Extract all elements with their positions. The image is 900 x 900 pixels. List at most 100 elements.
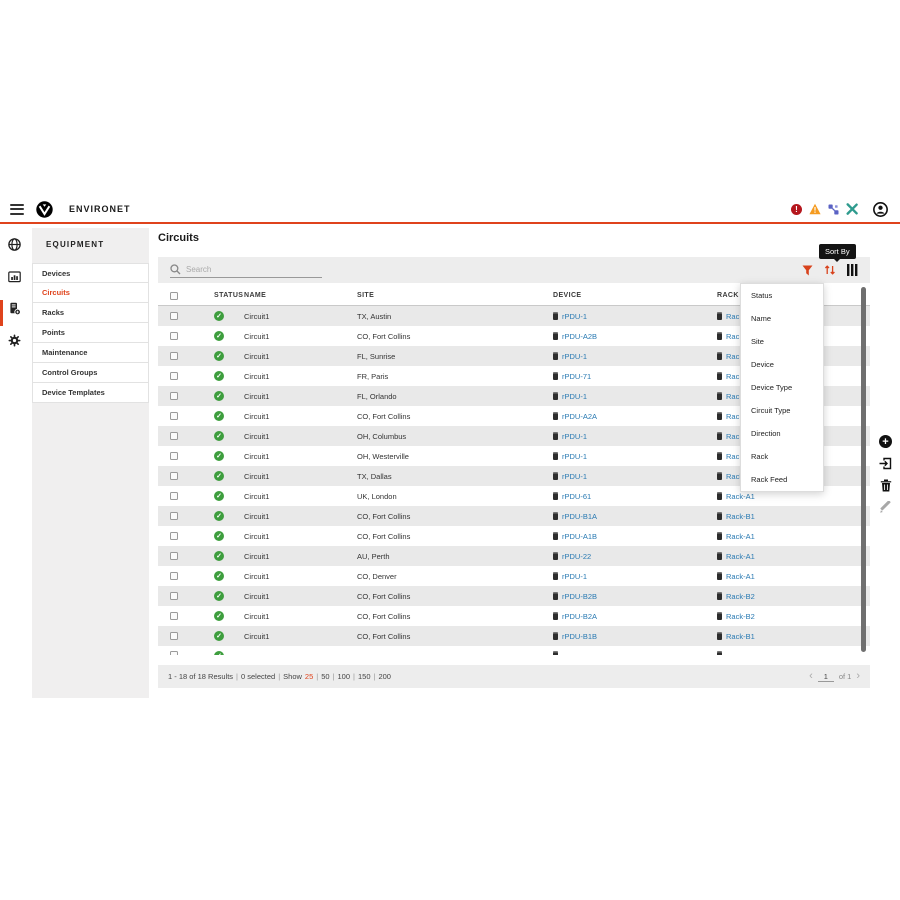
rack-link-label[interactable]: Rac [726,392,739,401]
move-to-icon[interactable] [879,457,892,470]
device-link-label[interactable]: rPDU-A2B [562,332,597,341]
row-checkbox[interactable] [170,372,178,380]
table-row[interactable]: ✓ Circuit1 CO, Fort Collins rPDU-B1A Rac… [158,506,870,526]
sidebar-item[interactable]: Control Groups [32,363,149,383]
sort-menu-item[interactable]: Status [741,284,823,307]
rack-link-label[interactable]: Rac [726,412,739,421]
column-device[interactable]: DEVICE [553,292,717,299]
settings-gear-icon[interactable] [8,334,21,352]
rack-link-label[interactable]: Rack-B2 [726,612,755,621]
next-page-icon[interactable]: › [856,671,860,682]
rack-link-label[interactable]: Rac [726,332,739,341]
rack-link-label[interactable]: Rack-A1 [726,572,755,581]
device-link-label[interactable]: rPDU-71 [562,372,591,381]
page-size-option[interactable]: 200 [378,672,391,681]
sort-menu-item[interactable]: Direction [741,422,823,445]
sidebar-item[interactable]: Racks [32,303,149,323]
sort-menu-item[interactable]: Name [741,307,823,330]
sort-icon[interactable] [824,264,836,276]
row-checkbox[interactable] [170,492,178,500]
equipment-icon[interactable] [8,302,21,320]
sort-menu-item[interactable]: Device [741,353,823,376]
sort-menu-item[interactable]: Circuit Type [741,399,823,422]
row-checkbox[interactable] [170,452,178,460]
device-link-label[interactable]: rPDU-B1B [562,632,597,641]
row-checkbox[interactable] [170,472,178,480]
table-row[interactable]: ✓ Circuit1 AU, Perth rPDU-22 Rack-A1 [158,546,870,566]
device-link-label[interactable]: rPDU-1 [562,472,587,481]
row-checkbox[interactable] [170,651,178,655]
table-row[interactable]: ✓ [158,646,870,655]
sort-menu-item[interactable]: Site [741,330,823,353]
device-link-label[interactable]: rPDU-1 [562,452,587,461]
page-size-option[interactable]: 25 [305,672,313,681]
rack-link-label[interactable]: Rack-A1 [726,532,755,541]
page-size-option[interactable]: 150 [358,672,371,681]
device-link-label[interactable]: rPDU-1 [562,392,587,401]
add-circuit-button[interactable]: + [879,435,892,448]
sidebar-item[interactable]: Device Templates [32,383,149,403]
tools-icon[interactable] [846,203,858,215]
page-size-option[interactable]: 100 [338,672,351,681]
dashboards-icon[interactable] [8,270,21,288]
previous-page-icon[interactable]: ‹ [809,671,813,682]
device-link-label[interactable]: rPDU-B1A [562,512,597,521]
search-input[interactable] [186,265,316,274]
rack-link-label[interactable]: Rack-A1 [726,552,755,561]
rack-link-label[interactable]: Rac [726,432,739,441]
row-checkbox[interactable] [170,412,178,420]
device-link-label[interactable]: rPDU-1 [562,572,587,581]
sidebar-item[interactable]: Maintenance [32,343,149,363]
column-status[interactable]: STATUS [204,292,244,299]
device-link-label[interactable]: rPDU-1 [562,312,587,321]
row-checkbox[interactable] [170,572,178,580]
account-icon[interactable] [873,202,888,217]
menu-icon[interactable] [10,201,24,217]
sidebar-item[interactable]: Circuits [32,283,149,303]
rack-link-label[interactable]: Rack-B1 [726,512,755,521]
row-checkbox[interactable] [170,432,178,440]
edit-pencil-icon[interactable] [879,501,892,514]
row-checkbox[interactable] [170,532,178,540]
rack-link-label[interactable]: Rac [726,352,739,361]
column-name[interactable]: NAME [244,292,357,299]
rack-link-label[interactable]: Rack-B1 [726,632,755,641]
row-checkbox[interactable] [170,612,178,620]
device-links-icon[interactable] [828,204,839,215]
table-row[interactable]: ✓ Circuit1 CO, Fort Collins rPDU-B2B Rac… [158,586,870,606]
row-checkbox[interactable] [170,392,178,400]
rack-link-label[interactable]: Rac [726,312,739,321]
rack-link-label[interactable]: Rack-A1 [726,492,755,501]
sidebar-item[interactable]: Devices [32,263,149,283]
row-checkbox[interactable] [170,592,178,600]
device-link-label[interactable]: rPDU-A1B [562,532,597,541]
rack-link-label[interactable]: Rac [726,372,739,381]
device-link-label[interactable]: rPDU-22 [562,552,591,561]
sidebar-item[interactable]: Points [32,323,149,343]
page-number-input[interactable] [818,672,834,682]
device-link-label[interactable]: rPDU-1 [562,432,587,441]
critical-alarm-icon[interactable]: ! [791,204,802,215]
row-checkbox[interactable] [170,512,178,520]
table-row[interactable]: ✓ Circuit1 CO, Fort Collins rPDU-B2A Rac… [158,606,870,626]
device-link-label[interactable]: rPDU-B2B [562,592,597,601]
row-checkbox[interactable] [170,552,178,560]
device-link-label[interactable]: rPDU-A2A [562,412,597,421]
page-size-option[interactable]: 50 [321,672,329,681]
rack-link-label[interactable]: Rac [726,452,739,461]
table-row[interactable]: ✓ Circuit1 CO, Fort Collins rPDU-A1B Rac… [158,526,870,546]
row-checkbox[interactable] [170,312,178,320]
select-all-checkbox[interactable] [170,292,178,300]
sort-menu-item[interactable]: Device Type [741,376,823,399]
delete-icon[interactable] [880,479,892,492]
row-checkbox[interactable] [170,352,178,360]
device-link-label[interactable]: rPDU-1 [562,352,587,361]
sort-menu-item[interactable]: Rack [741,445,823,468]
table-scrollbar[interactable] [861,287,866,652]
row-checkbox[interactable] [170,632,178,640]
filter-icon[interactable] [802,265,813,276]
device-link-label[interactable]: rPDU-61 [562,492,591,501]
device-link-label[interactable]: rPDU-B2A [562,612,597,621]
sort-menu-item[interactable]: Rack Feed [741,468,823,491]
warning-alarm-icon[interactable] [809,203,821,215]
